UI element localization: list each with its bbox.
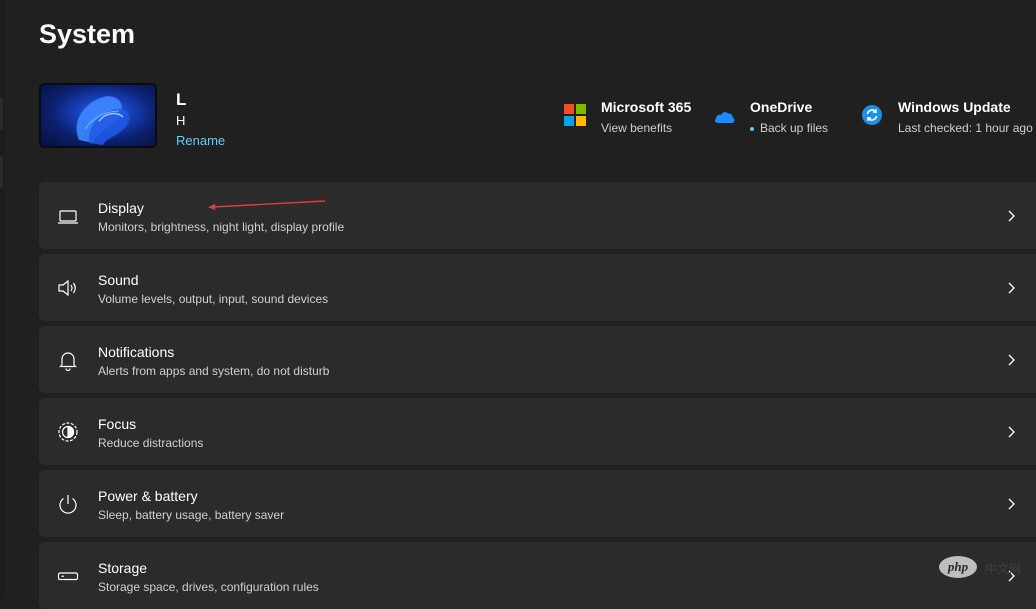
chevron-right-icon: [1005, 352, 1017, 368]
settings-item-subtitle: Storage space, drives, configuration rul…: [98, 580, 319, 594]
settings-item-sound[interactable]: Sound Volume levels, output, input, soun…: [39, 254, 1036, 321]
settings-item-subtitle: Sleep, battery usage, battery saver: [98, 508, 285, 522]
chevron-right-icon: [1005, 280, 1017, 296]
settings-item-title: Sound: [98, 272, 139, 288]
settings-item-display[interactable]: Display Monitors, brightness, night ligh…: [39, 182, 1036, 249]
settings-item-title: Storage: [98, 560, 148, 576]
device-wallpaper-thumbnail: [39, 83, 157, 148]
speaker-icon: [56, 276, 80, 300]
rename-link[interactable]: Rename: [176, 133, 225, 148]
settings-item-title: Display: [98, 200, 144, 216]
quick-link-subtitle-text: Back up files: [760, 121, 829, 135]
quick-link-title: OneDrive: [750, 99, 813, 115]
status-dot-icon: [750, 126, 754, 131]
watermark-logo: php: [939, 556, 977, 578]
annotation-arrow: [208, 200, 326, 210]
quick-link-subtitle: Back up files: [750, 121, 828, 135]
focus-icon: [56, 420, 80, 444]
page-title: System: [39, 19, 136, 49]
settings-item-power-battery[interactable]: Power & battery Sleep, battery usage, ba…: [39, 470, 1036, 537]
quick-link-subtitle: View benefits: [601, 121, 673, 135]
settings-item-subtitle: Volume levels, output, input, sound devi…: [98, 292, 329, 306]
settings-item-storage[interactable]: Storage Storage space, drives, configura…: [39, 542, 1036, 609]
display-laptop-icon: [56, 204, 80, 228]
settings-item-title: Power & battery: [98, 488, 198, 504]
settings-item-subtitle: Alerts from apps and system, do not dist…: [98, 364, 330, 378]
settings-item-subtitle: Reduce distractions: [98, 436, 204, 450]
onedrive-link[interactable]: OneDrive Back up files: [713, 96, 843, 140]
quick-link-title: Windows Update: [898, 99, 1011, 115]
nav-edge-tab[interactable]: [0, 156, 3, 188]
storage-drive-icon: [56, 564, 80, 588]
chevron-right-icon: [1005, 424, 1017, 440]
bell-icon: [56, 348, 80, 372]
watermark-text: 中文网: [985, 562, 1022, 576]
device-model: H: [176, 113, 186, 128]
settings-item-title: Notifications: [98, 344, 175, 360]
microsoft-logo-icon: [564, 104, 588, 128]
quick-link-title: Microsoft 365: [601, 99, 692, 115]
chevron-right-icon: [1005, 496, 1017, 512]
microsoft-365-link[interactable]: Microsoft 365 View benefits: [564, 96, 704, 140]
chevron-right-icon: [1005, 208, 1017, 224]
settings-item-subtitle: Monitors, brightness, night light, displ…: [98, 220, 345, 234]
onedrive-cloud-icon: [713, 104, 737, 128]
settings-item-title: Focus: [98, 416, 137, 432]
settings-item-notifications[interactable]: Notifications Alerts from apps and syste…: [39, 326, 1036, 393]
settings-item-focus[interactable]: Focus Reduce distractions: [39, 398, 1036, 465]
windows-update-icon: [861, 104, 885, 128]
nav-edge-tab[interactable]: [0, 98, 3, 130]
power-icon: [56, 492, 80, 516]
windows-update-link[interactable]: Windows Update Last checked: 1 hour ago: [861, 96, 1033, 140]
nav-edge: [0, 0, 5, 598]
device-name: L: [176, 90, 187, 109]
quick-link-subtitle: Last checked: 1 hour ago: [898, 121, 1033, 135]
